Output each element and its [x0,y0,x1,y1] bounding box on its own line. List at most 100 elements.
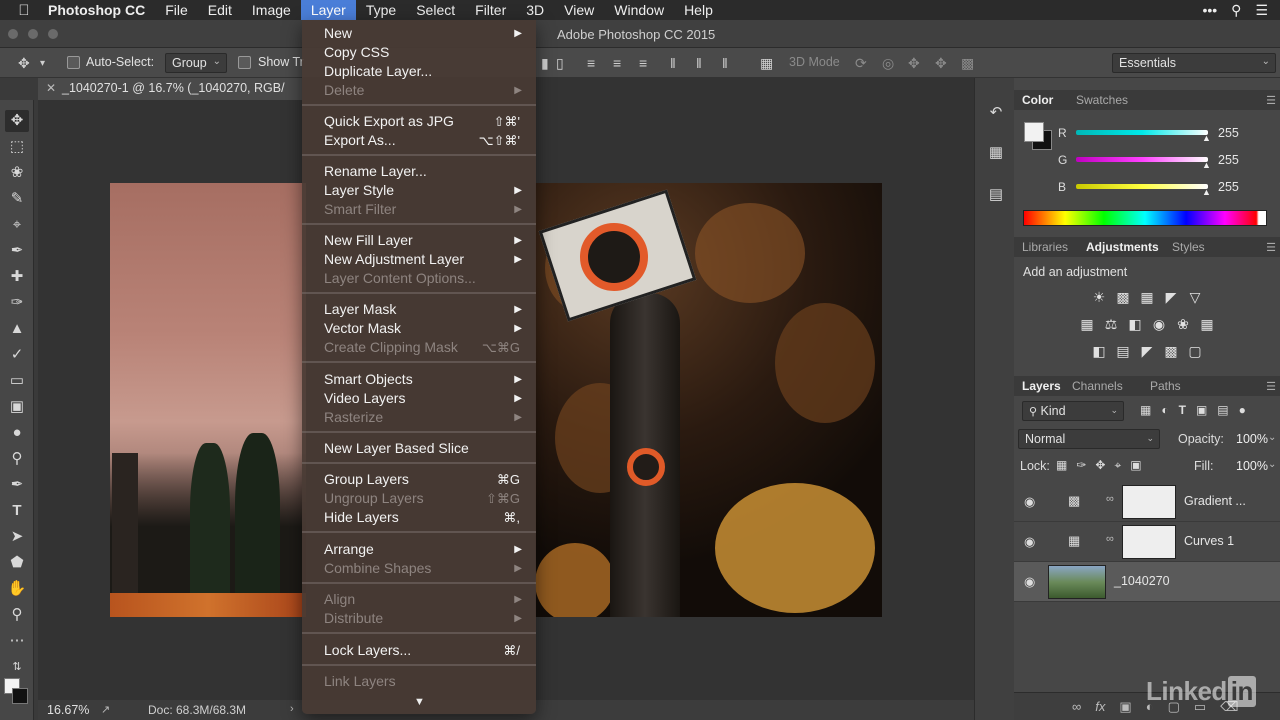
distribute-bottom-icon[interactable]: ≡ [639,55,647,71]
distribute-center-icon[interactable]: ‖ [696,55,702,71]
distribute-top-icon[interactable]: ≡ [587,55,595,71]
layer-row-curves[interactable]: ◉ ▦ ∞ Curves 1 [1014,522,1280,562]
invert-icon[interactable]: ◧ [1091,343,1108,360]
menu-image[interactable]: Image [242,0,301,20]
add-mask-icon[interactable]: ▣ [1119,699,1131,720]
filter-smart-object-icon[interactable]: ▤ [1217,403,1228,417]
tab-layers[interactable]: Layers [1022,379,1061,393]
document-tab[interactable]: ✕ _1040270-1 @ 16.7% (_1040270, RGB/ [38,78,302,100]
auto-select-checkbox[interactable] [67,56,80,69]
distribute-middle-icon[interactable]: ≡ [613,55,621,71]
menu-item-copy-css[interactable]: Copy CSS [302,43,536,62]
layer-mask-thumbnail[interactable] [1122,525,1176,559]
tab-paths[interactable]: Paths [1150,379,1181,393]
lock-all-icon[interactable]: ▣ [1130,458,1141,473]
selective-color-icon[interactable]: ▢ [1187,343,1204,360]
notification-list-icon[interactable]: ☰ [1255,2,1268,19]
tab-adjustments[interactable]: Adjustments [1086,240,1159,254]
tab-styles[interactable]: Styles [1172,240,1205,254]
layer-row-gradient[interactable]: ◉ ▩ ∞ Gradient ... [1014,482,1280,522]
blur-tool-icon[interactable]: ● [5,422,29,444]
channel-b-slider[interactable] [1076,184,1208,189]
auto-align-icon[interactable]: ▦ [760,55,773,72]
healing-brush-tool-icon[interactable]: ✚ [5,266,29,288]
eraser-tool-icon[interactable]: ▭ [5,370,29,392]
menu-item-new-fill-layer[interactable]: New Fill Layer ▶ [302,231,536,250]
posterize-icon[interactable]: ▤ [1115,343,1132,360]
menu-item-group-layers[interactable]: Group Layers ⌘G [302,470,536,489]
properties-panel-icon[interactable]: ▦ [985,142,1007,164]
3d-drag-icon[interactable]: ✥ [908,55,920,72]
distribute-left-icon[interactable]: ‖ [670,55,676,71]
filter-type-icon[interactable]: T [1179,403,1186,417]
preset-chevron-icon[interactable]: ▾ [40,58,45,69]
vibrance-icon[interactable]: ▽ [1187,289,1204,306]
filter-toggle-icon[interactable]: ● [1239,403,1246,417]
layer-filter-kind-dropdown[interactable]: ⚲ Kind ⌄ [1022,401,1124,421]
auto-select-dropdown[interactable]: Group ⌄ [165,53,227,73]
move-tool-icon[interactable]: ✥ [5,110,29,132]
menu-item-layer-mask[interactable]: Layer Mask ▶ [302,300,536,319]
slider-knob-icon[interactable]: ▲ [1202,187,1211,197]
exposure-icon[interactable]: ◤ [1163,289,1180,306]
menu-item-new-layer-based-slice[interactable]: New Layer Based Slice [302,439,536,458]
channel-g-slider[interactable] [1076,157,1208,162]
menu-item-quick-export[interactable]: Quick Export as JPG ⇧⌘' [302,112,536,131]
filter-shape-icon[interactable]: ▣ [1196,403,1207,417]
crop-tool-icon[interactable]: ⌖ [5,214,29,236]
menu-scroll-down-icon[interactable]: ▼ [414,696,425,708]
mask-link-icon[interactable]: ∞ [1106,493,1114,505]
mask-link-icon[interactable]: ∞ [1106,533,1114,545]
lock-position-icon[interactable]: ✥ [1095,458,1105,473]
move-tool-preset-icon[interactable]: ✥ [18,55,30,72]
hue-saturation-icon[interactable]: ▦ [1079,316,1096,333]
menu-item-duplicate-layer[interactable]: Duplicate Layer... [302,62,536,81]
layer-name[interactable]: Curves 1 [1184,534,1234,548]
dodge-tool-icon[interactable]: ⚲ [5,448,29,470]
visibility-eye-icon[interactable]: ◉ [1024,494,1035,510]
quick-select-tool-icon[interactable]: ✎ [5,188,29,210]
distribute-right-icon[interactable]: ‖ [722,55,728,71]
edit-toolbar-icon[interactable]: ⋯ [5,630,29,652]
menu-item-smart-objects[interactable]: Smart Objects ▶ [302,370,536,389]
color-foreground-swatch[interactable] [1024,122,1044,142]
menu-item-layer-style[interactable]: Layer Style ▶ [302,181,536,200]
channel-r-slider[interactable] [1076,130,1208,135]
3d-scale-icon[interactable]: ▩ [961,55,974,72]
menu-layer[interactable]: Layer [300,0,356,20]
channel-b-value[interactable]: 255 [1218,180,1258,194]
apple-menu-icon[interactable]:  [0,2,48,19]
doc-size-info[interactable]: Doc: 68.3M/68.3M [148,703,246,717]
tab-color[interactable]: Color [1022,93,1053,107]
gradient-tool-icon[interactable]: ▣ [5,396,29,418]
curves-icon[interactable]: ▦ [1139,289,1156,306]
menu-item-export-as[interactable]: Export As... ⌥⇧⌘' [302,131,536,150]
black-white-icon[interactable]: ◧ [1127,316,1144,333]
menu-3d[interactable]: 3D [516,0,554,20]
panel-menu-icon[interactable]: ☰ [1266,94,1276,107]
layer-name[interactable]: _1040270 [1114,574,1170,588]
photo-filter-icon[interactable]: ◉ [1151,316,1168,333]
shape-tool-icon[interactable]: ⬟ [5,552,29,574]
lock-image-icon[interactable]: ✑ [1076,458,1086,473]
tab-libraries[interactable]: Libraries [1022,240,1068,254]
spotlight-search-icon[interactable]: ⚲ [1231,2,1241,19]
link-layers-icon[interactable]: ∞ [1072,699,1081,720]
lock-artboard-icon[interactable]: ⌖ [1114,458,1121,473]
zoom-tool-icon[interactable]: ⚲ [5,604,29,626]
workspace-dropdown[interactable]: Essentials ⌄ [1112,53,1276,73]
color-spectrum-ramp[interactable] [1023,210,1267,226]
menu-item-lock-layers[interactable]: Lock Layers... ⌘/ [302,641,536,660]
menu-item-hide-layers[interactable]: Hide Layers ⌘, [302,508,536,527]
share-icon[interactable]: ↗ [101,703,110,716]
menu-item-video-layers[interactable]: Video Layers ▶ [302,389,536,408]
fill-chevron-icon[interactable]: ⌄ [1268,459,1276,470]
menu-item-vector-mask[interactable]: Vector Mask ▶ [302,319,536,338]
status-chevron-icon[interactable]: › [290,703,294,715]
pen-tool-icon[interactable]: ✒ [5,474,29,496]
filter-adjustment-icon[interactable]: ◐ [1161,403,1168,417]
background-color-swatch[interactable] [12,688,28,704]
menu-view[interactable]: View [554,0,604,20]
lasso-tool-icon[interactable]: ❀ [5,162,29,184]
slider-knob-icon[interactable]: ▲ [1202,133,1211,143]
